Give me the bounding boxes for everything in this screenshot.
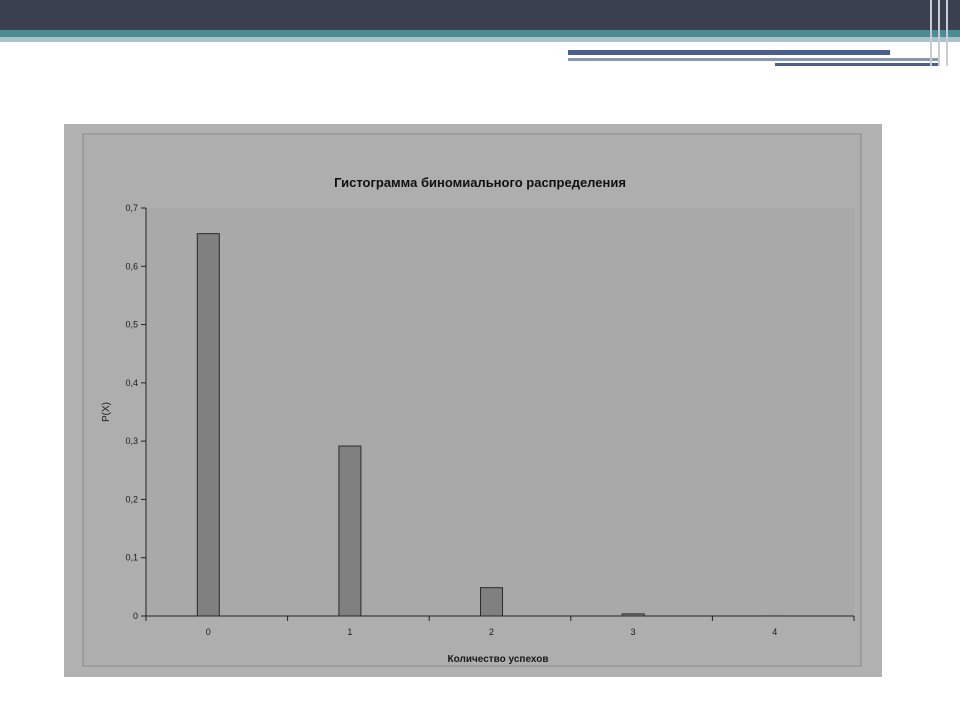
slide-edge-line bbox=[946, 0, 948, 66]
plot-area bbox=[146, 208, 854, 616]
slide-top-bar bbox=[0, 0, 960, 30]
y-tick-label: 0,3 bbox=[125, 436, 138, 446]
y-tick-label: 0,7 bbox=[125, 203, 138, 213]
y-axis-label: P(X) bbox=[101, 402, 112, 422]
y-tick-label: 0,2 bbox=[125, 494, 138, 504]
y-tick-label: 0,1 bbox=[125, 553, 138, 563]
x-tick-label: 4 bbox=[772, 627, 777, 637]
bar bbox=[621, 613, 645, 617]
slide-accent-line bbox=[775, 63, 940, 66]
y-tick-label: 0,5 bbox=[125, 320, 138, 330]
chart-figure: Гистограмма биномиального распределения … bbox=[64, 124, 882, 677]
x-tick-label: 2 bbox=[489, 627, 494, 637]
x-tick-label: 0 bbox=[206, 627, 211, 637]
bar bbox=[196, 233, 220, 617]
slide-top-stripe-light bbox=[0, 37, 960, 42]
slide-accent-line bbox=[568, 58, 940, 61]
slide-top-stripe bbox=[0, 30, 960, 37]
bar bbox=[338, 445, 362, 617]
chart-title: Гистограмма биномиального распределения bbox=[334, 175, 626, 190]
slide-edge-line bbox=[930, 0, 932, 66]
slide-accent-line bbox=[568, 50, 890, 55]
x-tick-label: 1 bbox=[347, 627, 352, 637]
x-tick-label: 3 bbox=[631, 627, 636, 637]
y-tick-label: 0,4 bbox=[125, 378, 138, 388]
bar bbox=[480, 587, 504, 617]
y-tick-label: 0,6 bbox=[125, 261, 138, 271]
slide-edge-line bbox=[938, 0, 940, 66]
y-tick-label: 0 bbox=[133, 611, 138, 621]
bar-chart: Гистограмма биномиального распределения … bbox=[82, 133, 862, 667]
x-axis-label: Количество успехов bbox=[448, 654, 549, 665]
